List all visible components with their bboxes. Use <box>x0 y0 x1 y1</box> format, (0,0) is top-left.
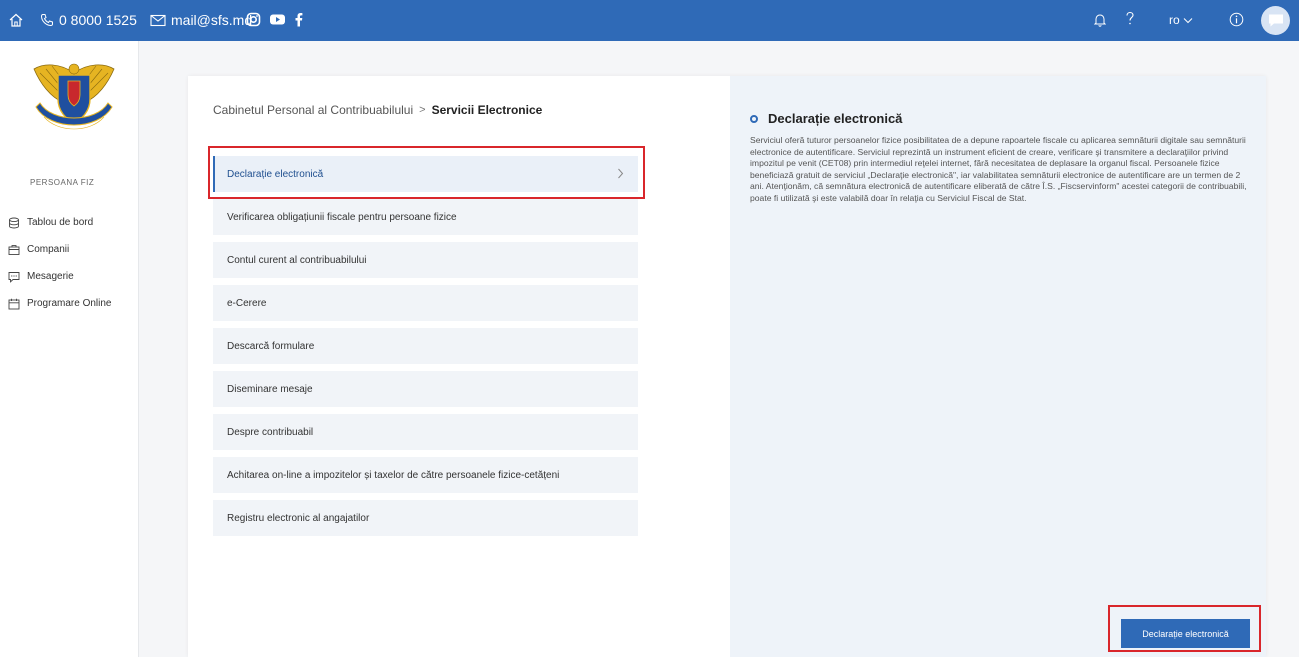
sidebar-item-label: Mesagerie <box>27 271 74 282</box>
sfs-emblem-logo <box>30 53 118 143</box>
service-label: Diseminare mesaje <box>227 383 313 395</box>
chevron-down-icon <box>1183 17 1193 23</box>
user-avatar[interactable] <box>1261 6 1290 35</box>
sidebar-item-online-booking[interactable]: Programare Online <box>0 290 139 317</box>
service-achitarea-online[interactable]: Achitarea on-line a impozitelor și taxel… <box>213 457 638 493</box>
phone-number: 0 8000 1525 <box>59 12 137 28</box>
service-registru-angajatilor[interactable]: Registru electronic al angajatilor <box>213 500 638 536</box>
service-contul-curent[interactable]: Contul curent al contribuabilului <box>213 242 638 278</box>
service-label: Verificarea obligațiunii fiscale pentru … <box>227 211 457 223</box>
breadcrumb-separator: > <box>419 104 426 116</box>
sidebar-nav: Tablou de bord Companii Mesagerie Progra… <box>0 209 139 317</box>
email-address: mail@sfs.md <box>171 12 253 28</box>
service-label: Declarație electronică <box>227 168 324 180</box>
breadcrumb: Cabinetul Personal al Contribuabilului >… <box>213 103 542 117</box>
bell-icon[interactable] <box>1093 13 1107 32</box>
service-label: Descarcă formulare <box>227 340 315 352</box>
mail-icon <box>150 14 166 26</box>
chat-icon <box>8 271 20 283</box>
detail-title: Declarație electronică <box>750 111 902 126</box>
database-icon <box>9 217 19 228</box>
sidebar-item-label: Tablou de bord <box>27 217 94 228</box>
service-e-cerere[interactable]: e-Cerere <box>213 285 638 321</box>
service-descarca-formulare[interactable]: Descarcă formulare <box>213 328 638 364</box>
open-service-button[interactable]: Declarație electronică <box>1121 619 1250 648</box>
chevron-right-icon <box>618 168 624 179</box>
service-verificarea-obligatiunii[interactable]: Verificarea obligațiunii fiscale pentru … <box>213 199 638 235</box>
services-card: Cabinetul Personal al Contribuabilului >… <box>188 76 1266 657</box>
home-icon[interactable] <box>8 12 24 28</box>
calendar-icon <box>8 298 20 309</box>
service-label: Despre contribuabil <box>227 426 314 438</box>
email-link[interactable]: mail@sfs.md <box>150 12 252 28</box>
services-list: Declarație electronică Verificarea oblig… <box>213 156 638 543</box>
service-label: Registru electronic al angajatilor <box>227 512 370 524</box>
phone-icon <box>40 14 53 27</box>
user-name: PERSOANA FIZ <box>30 178 95 187</box>
service-despre-contribuabil[interactable]: Despre contribuabil <box>213 414 638 450</box>
service-declaratie-electronica[interactable]: Declarație electronică <box>213 156 638 192</box>
facebook-icon[interactable] <box>294 12 303 27</box>
service-label: Achitarea on-line a impozitelor și taxel… <box>227 469 560 481</box>
services-pane: Cabinetul Personal al Contribuabilului >… <box>188 76 730 657</box>
sidebar-item-messages[interactable]: Mesagerie <box>0 263 139 290</box>
language-select[interactable]: ro <box>1169 13 1193 27</box>
service-label: Contul curent al contribuabilului <box>227 254 367 266</box>
briefcase-icon <box>8 244 20 255</box>
sidebar: PERSOANA FIZ Tablou de bord Companii Mes… <box>0 41 139 657</box>
circle-bullet-icon <box>750 114 758 123</box>
top-bar: 0 8000 1525 mail@sfs.md ro <box>0 0 1299 41</box>
youtube-icon[interactable] <box>269 13 286 26</box>
service-diseminare-mesaje[interactable]: Diseminare mesaje <box>213 371 638 407</box>
sidebar-item-label: Companii <box>27 244 70 255</box>
sidebar-item-dashboard[interactable]: Tablou de bord <box>0 209 139 236</box>
chat-bubble-icon <box>1268 14 1283 27</box>
sidebar-item-companies[interactable]: Companii <box>0 236 139 263</box>
detail-description: Serviciul oferă tuturor persoanelor fizi… <box>750 135 1247 203</box>
phone-link[interactable]: 0 8000 1525 <box>40 12 137 28</box>
sidebar-item-label: Programare Online <box>27 298 112 309</box>
service-detail-pane: Declarație electronică Serviciul oferă t… <box>730 76 1266 657</box>
detail-title-text: Declarație electronică <box>768 111 903 126</box>
help-icon[interactable] <box>1125 11 1135 29</box>
service-label: e-Cerere <box>227 297 267 309</box>
language-value: ro <box>1169 13 1180 27</box>
instagram-icon[interactable] <box>246 12 261 27</box>
social-links <box>246 12 303 27</box>
info-icon[interactable] <box>1229 12 1244 32</box>
breadcrumb-parent[interactable]: Cabinetul Personal al Contribuabilului <box>213 103 413 117</box>
breadcrumb-current: Servicii Electronice <box>431 103 543 117</box>
